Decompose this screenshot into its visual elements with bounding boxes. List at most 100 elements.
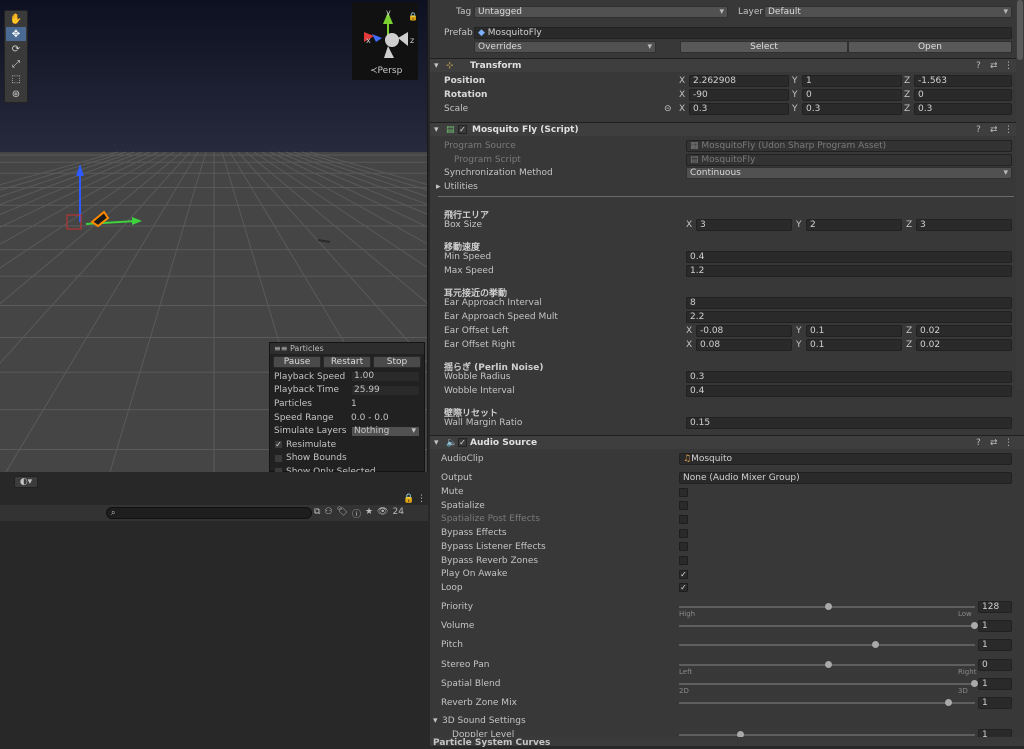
hidden-count-icon[interactable]: 👁	[377, 507, 388, 520]
doppler-slider[interactable]	[679, 731, 975, 738]
ear-left-z-field[interactable]: 0.02	[916, 325, 1012, 337]
wobble-interval-field[interactable]: 0.4	[686, 385, 1012, 397]
ear-speed-mult-field[interactable]: 2.2	[686, 311, 1012, 323]
audio-slider-track[interactable]	[679, 661, 975, 668]
scale-tool-icon[interactable]: ⤢	[6, 57, 26, 71]
help-icon[interactable]: ?	[976, 61, 981, 71]
preset-icon[interactable]: ⇄	[990, 438, 998, 448]
sound3d-foldout[interactable]: ▾ 3D Sound Settings	[430, 714, 1024, 728]
foldout-arrow-icon[interactable]: ▾	[434, 438, 439, 448]
audio-toggle-checkbox[interactable]	[679, 542, 688, 552]
label-filter-icon[interactable]: 🏷	[337, 507, 348, 520]
layer-dropdown[interactable]: Default	[764, 6, 1012, 18]
slider-thumb[interactable]	[825, 603, 832, 610]
foldout-arrow-icon[interactable]: ▾	[434, 61, 439, 71]
tag-dropdown[interactable]: Untagged	[474, 6, 728, 18]
search-input[interactable]: ⌕	[106, 507, 312, 519]
box-size-z-field[interactable]: 3	[916, 219, 1012, 231]
foldout-arrow-icon[interactable]: ▸	[436, 182, 441, 192]
select-button[interactable]: Select	[680, 41, 848, 53]
box-size-y-field[interactable]: 2	[806, 219, 902, 231]
help-icon[interactable]: ?	[976, 125, 981, 135]
audio-source-header[interactable]: ▾ 🔈 ✓ Audio Source ? ⇄ ⋮	[430, 435, 1024, 449]
simulate-layers-dropdown[interactable]: Nothing ▾	[351, 425, 420, 437]
playback-speed-field[interactable]: 1.00	[351, 371, 420, 383]
preset-icon[interactable]: ⇄	[990, 125, 998, 135]
ear-right-y-field[interactable]: 0.1	[806, 339, 902, 351]
scale-y-field[interactable]: 0.3	[802, 103, 902, 115]
audio-slider-track[interactable]	[679, 699, 975, 706]
camera-mode-icon[interactable]: ◐▾	[14, 476, 38, 488]
audio-toggle-checkbox[interactable]	[679, 514, 688, 524]
utilities-foldout[interactable]: ▸ Utilities	[430, 180, 1024, 194]
rotation-z-field[interactable]: 0	[914, 89, 1012, 101]
audio-slider-field[interactable]: 1	[978, 678, 1012, 690]
min-speed-field[interactable]: 0.4	[686, 251, 1012, 263]
audio-toggle-checkbox[interactable]: ✓	[679, 569, 688, 579]
info-icon[interactable]: ⓘ	[352, 507, 361, 520]
audio-toggle-checkbox[interactable]: ✓	[679, 583, 688, 593]
transform-header[interactable]: ▾ ⊹ Transform ? ⇄ ⋮	[430, 58, 1024, 72]
hand-tool-icon[interactable]: ✋	[6, 12, 26, 26]
ear-left-x-field[interactable]: -0.08	[696, 325, 792, 337]
rotation-y-field[interactable]: 0	[802, 89, 902, 101]
open-button[interactable]: Open	[848, 41, 1012, 53]
sync-method-dropdown[interactable]: Continuous	[686, 167, 1012, 179]
slider-thumb[interactable]	[971, 622, 978, 629]
audio-toggle-checkbox[interactable]	[679, 528, 688, 538]
audio-slider-track[interactable]	[679, 603, 975, 610]
more-menu-icon[interactable]: ⋮	[1004, 61, 1013, 71]
ear-left-y-field[interactable]: 0.1	[806, 325, 902, 337]
type-filter-icon[interactable]: ⚇	[324, 507, 332, 520]
pause-button[interactable]: Pause	[273, 356, 321, 368]
persp-label[interactable]: ≺Persp	[370, 66, 402, 76]
audio-slider-track[interactable]	[679, 622, 978, 629]
slider-thumb[interactable]	[825, 661, 832, 668]
more-menu-icon[interactable]: ⋮	[1004, 438, 1013, 448]
favorite-star-icon[interactable]: ★	[365, 507, 373, 520]
prefab-field[interactable]: ◆ MosquitoFly	[474, 27, 1012, 39]
audio-toggle-checkbox[interactable]	[679, 501, 688, 511]
rect-tool-icon[interactable]: ⬚	[6, 72, 26, 86]
wobble-radius-field[interactable]: 0.3	[686, 371, 1012, 383]
more-menu-icon[interactable]: ⋮	[417, 494, 426, 504]
position-z-field[interactable]: -1.563	[914, 75, 1012, 87]
audio-slider-field[interactable]: 1	[978, 620, 1012, 632]
checkbox[interactable]	[274, 453, 283, 463]
foldout-arrow-icon[interactable]: ▾	[433, 716, 438, 726]
playback-time-field[interactable]: 25.99	[351, 384, 420, 396]
scale-x-field[interactable]: 0.3	[689, 103, 789, 115]
slider-thumb[interactable]	[871, 641, 879, 648]
filter-icon[interactable]: ⧉	[314, 507, 320, 520]
box-size-x-field[interactable]: 3	[696, 219, 792, 231]
scrollbar-thumb[interactable]	[1017, 0, 1023, 60]
max-speed-field[interactable]: 1.2	[686, 265, 1012, 277]
audio-slider-track[interactable]	[679, 641, 975, 648]
enabled-checkbox[interactable]: ✓	[458, 438, 467, 447]
inspector-scrollbar[interactable]	[1016, 0, 1024, 390]
ear-right-x-field[interactable]: 0.08	[696, 339, 792, 351]
audio-toggle-checkbox[interactable]	[679, 556, 688, 565]
audio-slider-field[interactable]: 128	[978, 601, 1012, 613]
checkbox[interactable]: ✓	[274, 440, 283, 450]
audio-slider-field[interactable]: 1	[978, 697, 1012, 709]
position-y-field[interactable]: 1	[802, 75, 902, 87]
lock-icon[interactable]: 🔒	[403, 494, 414, 504]
audio-slider-field[interactable]: 1	[978, 639, 1012, 651]
more-menu-icon[interactable]: ⋮	[1004, 125, 1013, 135]
audio-slider-track[interactable]	[679, 680, 978, 687]
scene-view[interactable]: ✋ ✥ ⟳ ⤢ ⬚ ⊛ y x z 🔒 ≺Persp ≡≡ Particles …	[0, 0, 428, 492]
output-field[interactable]: None (Audio Mixer Group)	[679, 472, 1012, 484]
slider-thumb[interactable]	[944, 699, 952, 706]
wall-margin-field[interactable]: 0.15	[686, 417, 1012, 429]
rotation-x-field[interactable]: -90	[689, 89, 789, 101]
move-tool-icon[interactable]: ✥	[6, 27, 26, 41]
overrides-dropdown[interactable]: Overrides	[474, 41, 656, 53]
audio-toggle-checkbox[interactable]	[679, 487, 688, 497]
audio-slider-field[interactable]: 0	[978, 659, 1012, 671]
preset-icon[interactable]: ⇄	[990, 61, 998, 71]
restart-button[interactable]: Restart	[323, 356, 371, 368]
drag-handle-icon[interactable]: ≡≡	[274, 344, 290, 353]
scale-z-field[interactable]: 0.3	[914, 103, 1012, 115]
slider-thumb[interactable]	[971, 680, 978, 687]
